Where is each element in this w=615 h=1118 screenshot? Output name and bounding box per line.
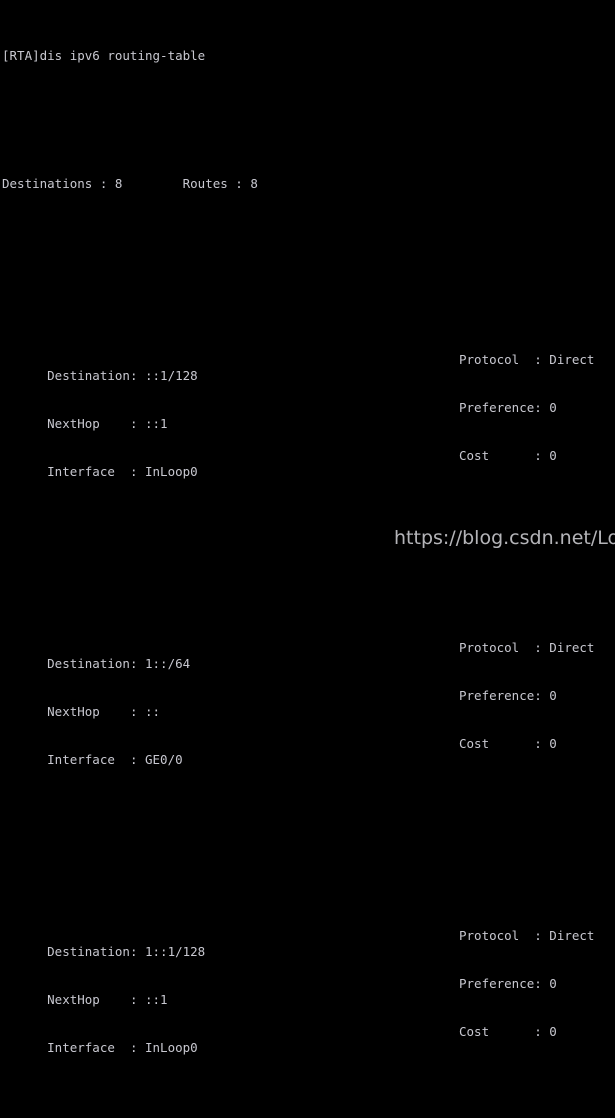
route-entry: Destination: 1::/64 Protocol : Direct Ne… bbox=[0, 608, 615, 784]
route-nexthop: NextHop : :: bbox=[47, 704, 161, 719]
route-destination-line: Destination: 1::1/128 Protocol : Direct bbox=[0, 928, 615, 959]
route-interface: Interface : InLoop0 bbox=[47, 1040, 198, 1055]
route-interface: Interface : InLoop0 bbox=[47, 464, 198, 479]
route-destination: Destination: 1::1/128 bbox=[47, 944, 206, 959]
route-destination: Destination: 1::/64 bbox=[47, 656, 191, 671]
route-protocol: Protocol : Direct bbox=[459, 928, 595, 943]
route-interface: Interface : GE0/0 bbox=[47, 752, 183, 767]
route-preference: Preference: 0 bbox=[459, 688, 557, 703]
route-cost: Cost : 0 bbox=[459, 736, 557, 751]
command-prompt-line: [RTA]dis ipv6 routing-table bbox=[2, 48, 206, 63]
route-destination-line: Destination: 1::/64 Protocol : Direct bbox=[0, 640, 615, 671]
route-nexthop: NextHop : ::1 bbox=[47, 992, 168, 1007]
route-interface-line: Interface : InLoop0 Cost : 0 bbox=[0, 448, 615, 479]
routing-table-summary: Destinations : 8 Routes : 8 bbox=[2, 176, 258, 191]
route-nexthop-line: NextHop : :: Preference: 0 bbox=[0, 688, 615, 719]
route-protocol: Protocol : Direct bbox=[459, 352, 595, 367]
route-destination-line: Destination: ::1/128 Protocol : Direct bbox=[0, 352, 615, 383]
terminal-output[interactable]: [RTA]dis ipv6 routing-table Destinations… bbox=[0, 0, 615, 1055]
route-interface-line: Interface : InLoop0 Cost : 0 bbox=[0, 1024, 615, 1055]
route-nexthop-line: NextHop : ::1 Preference: 0 bbox=[0, 976, 615, 1007]
route-interface-line: Interface : GE0/0 Cost : 0 bbox=[0, 736, 615, 767]
route-nexthop: NextHop : ::1 bbox=[47, 416, 168, 431]
route-preference: Preference: 0 bbox=[459, 400, 557, 415]
route-preference: Preference: 0 bbox=[459, 976, 557, 991]
route-protocol: Protocol : Direct bbox=[459, 640, 595, 655]
route-entry: Destination: 1::1/128 Protocol : Direct … bbox=[0, 896, 615, 1072]
route-entry: Destination: ::1/128 Protocol : Direct N… bbox=[0, 320, 615, 496]
route-cost: Cost : 0 bbox=[459, 448, 557, 463]
route-nexthop-line: NextHop : ::1 Preference: 0 bbox=[0, 400, 615, 431]
route-cost: Cost : 0 bbox=[459, 1024, 557, 1039]
route-destination: Destination: ::1/128 bbox=[47, 368, 198, 383]
